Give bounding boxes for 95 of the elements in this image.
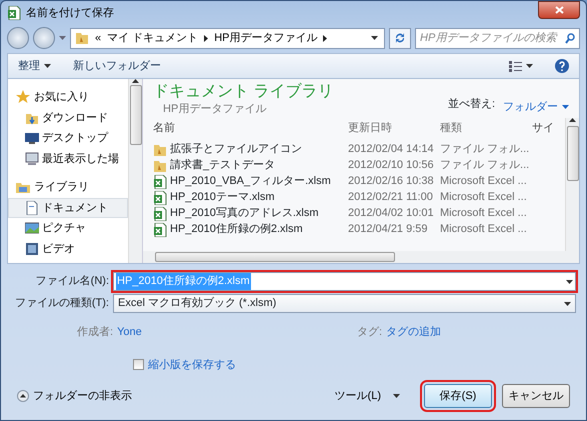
- file-type: Microsoft Excel ...: [440, 222, 528, 238]
- window-title: 名前を付けて保存: [26, 6, 114, 21]
- search-field[interactable]: HP用データファイルの検索: [415, 28, 580, 48]
- refresh-button[interactable]: [389, 28, 411, 48]
- column-header[interactable]: 種類: [440, 120, 532, 137]
- scrollbar[interactable]: [565, 118, 579, 251]
- chevron-icon: [323, 34, 328, 42]
- close-icon: [554, 6, 564, 14]
- caret-icon: [59, 36, 66, 40]
- checkbox[interactable]: [133, 359, 144, 370]
- file-name[interactable]: HP_2010写真のアドレス.xlsm: [170, 205, 319, 222]
- file-type: Microsoft Excel ...: [440, 174, 528, 190]
- library-title: ドキュメント ライブラリ: [153, 82, 334, 102]
- spreadsheet-icon: [7, 6, 21, 20]
- document-icon: [25, 200, 39, 215]
- file-type: ファイル フォル...: [440, 142, 530, 158]
- caret-icon: [371, 36, 378, 40]
- sidebar-item[interactable]: 最近表示した場: [8, 148, 128, 169]
- dialog-button[interactable]: キャンセル: [502, 384, 570, 408]
- forward-button[interactable]: [33, 27, 55, 49]
- up-arrow-icon: [569, 118, 576, 122]
- file-type: Microsoft Excel ...: [440, 206, 528, 222]
- collapse-icon: [17, 390, 29, 402]
- scrollbar[interactable]: [128, 79, 142, 263]
- file-date: 2012/02/16 10:38: [348, 174, 435, 190]
- star-icon: [16, 90, 30, 104]
- sidebar-item[interactable]: ピクチャ: [8, 218, 128, 238]
- sort-label: 並べ替え:: [448, 97, 495, 112]
- sidebar-item[interactable]: デスクトップ: [8, 128, 128, 148]
- file-name[interactable]: HP_2010_VBA_フィルター.xlsm: [170, 173, 331, 190]
- library-subtitle: HP用データファイル: [162, 102, 268, 118]
- meta-value[interactable]: タグの追加: [386, 324, 442, 340]
- file-name[interactable]: 請求書_テストデータ: [170, 157, 276, 174]
- up-arrow-icon: [132, 79, 139, 83]
- view-button[interactable]: [509, 60, 533, 72]
- help-icon: [555, 59, 569, 73]
- organize-button[interactable]: 整理: [18, 58, 51, 74]
- meta-label: 作成者:: [77, 325, 114, 340]
- sort-dropdown[interactable]: フォルダー: [503, 96, 569, 118]
- help-button[interactable]: [555, 59, 569, 73]
- caret-icon: [44, 64, 51, 68]
- file-date: 2012/02/10 10:56: [348, 158, 435, 174]
- meta-label: タグ:: [357, 325, 382, 340]
- spreadsheet-icon: [153, 174, 167, 189]
- library-folder-icon: [16, 180, 30, 194]
- caret-icon: [566, 280, 573, 284]
- field-label: ファイル名(N):: [34, 274, 109, 290]
- view-list-icon: [509, 60, 522, 72]
- caret-icon: [562, 104, 569, 109]
- tools-button[interactable]: ツール(L): [334, 388, 400, 404]
- column-header[interactable]: サイ: [532, 120, 554, 137]
- file-name[interactable]: 拡張子とファイルアイコン: [170, 141, 302, 158]
- file-date: 2012/04/21 9:59: [348, 222, 429, 238]
- breadcrumb-item[interactable]: HP用データファイル: [214, 30, 318, 46]
- caret-icon: [393, 394, 400, 398]
- sidebar-item[interactable]: ダウンロード: [8, 108, 128, 128]
- spreadsheet-icon: [153, 206, 167, 221]
- chevron-icon: [204, 34, 208, 42]
- refresh-icon: [394, 32, 406, 44]
- hide-folders-button[interactable]: フォルダーの非表示: [17, 388, 132, 404]
- image-icon: [25, 221, 39, 236]
- spreadsheet-icon: [153, 222, 167, 237]
- file-date: 2012/02/21 11:00: [348, 190, 434, 206]
- sidebar-item[interactable]: ドキュメント: [8, 198, 128, 218]
- meta-value[interactable]: Yone: [117, 324, 142, 340]
- back-button[interactable]: [7, 27, 29, 49]
- file-name[interactable]: HP_2010住所録の例2.xlsm: [170, 221, 303, 238]
- scrollbar[interactable]: [143, 251, 579, 263]
- sidebar-group[interactable]: お気に入り: [8, 87, 128, 108]
- file-name[interactable]: HP_2010テーマ.xlsm: [170, 189, 275, 206]
- breadcrumb-item[interactable]: マイ ドキュメント: [107, 30, 198, 46]
- monitor-icon: [25, 131, 39, 146]
- address-bar[interactable]: « マイ ドキュメント HP用データファイル: [70, 28, 385, 48]
- column-header[interactable]: 更新日時: [348, 120, 440, 137]
- sidebar-item[interactable]: ビデオ: [8, 238, 128, 259]
- spreadsheet-icon: [153, 190, 167, 205]
- checkbox-label: 縮小版を保存する: [148, 358, 236, 372]
- folder-icon: [153, 142, 167, 157]
- breadcrumb-overflow[interactable]: «: [95, 30, 102, 46]
- file-date: 2012/02/04 14:14: [348, 142, 435, 158]
- field-label: ファイルの種類(T):: [14, 296, 109, 312]
- file-date: 2012/04/02 10:01: [348, 206, 435, 222]
- folder-icon: [153, 158, 167, 173]
- column-header[interactable]: 名前: [143, 120, 348, 137]
- new-folder-button[interactable]: 新しいフォルダー: [73, 58, 161, 74]
- caret-icon: [564, 302, 571, 306]
- folder-icon: [75, 31, 89, 45]
- file-type: Microsoft Excel ...: [440, 190, 528, 206]
- sidebar-group[interactable]: ライブラリ: [8, 177, 128, 198]
- file-type: ファイル フォル...: [440, 158, 530, 174]
- caret-icon: [526, 64, 533, 68]
- close-button[interactable]: [538, 1, 580, 19]
- computer-icon: [25, 152, 39, 166]
- search-icon: [565, 32, 575, 44]
- file-type-dropdown[interactable]: Excel マクロ有効ブック (*.xlsm): [113, 294, 576, 313]
